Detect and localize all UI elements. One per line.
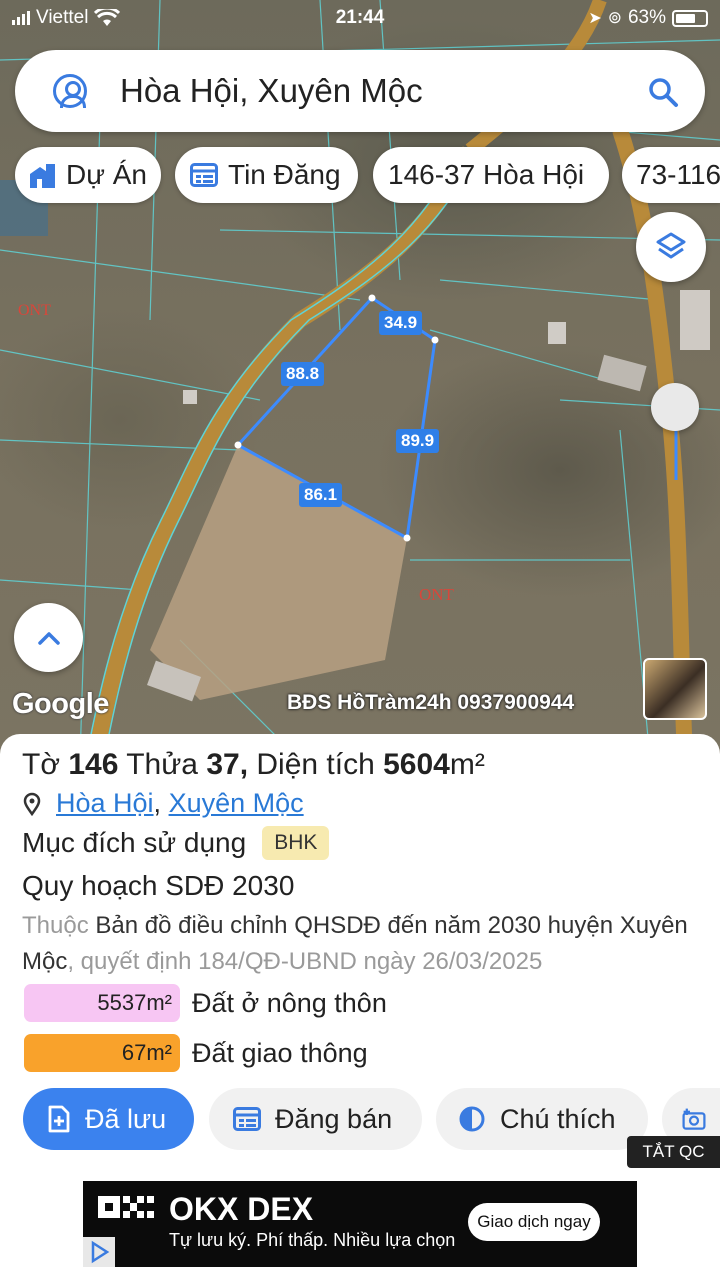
legend-button[interactable]: Chú thích bbox=[436, 1088, 648, 1150]
ad-brand: OKX DEX bbox=[169, 1191, 314, 1227]
listing-icon bbox=[190, 163, 218, 187]
land-use-name: Đất ở nông thôn bbox=[192, 987, 387, 1018]
expand-up-button[interactable] bbox=[14, 603, 83, 672]
land-use-row: 67m² Đất giao thông bbox=[24, 1034, 368, 1072]
building-icon bbox=[30, 164, 55, 188]
map-drag-handle[interactable] bbox=[651, 383, 699, 431]
location-pin-icon bbox=[23, 792, 41, 816]
chip-label: Dự Án bbox=[66, 159, 147, 190]
google-logo: Google bbox=[12, 688, 109, 720]
chip-label: Tin Đăng bbox=[228, 159, 341, 190]
parcel-location: Hòa Hội, Xuyên Mộc bbox=[22, 788, 304, 819]
hide-ads-button[interactable]: TẮT QC bbox=[627, 1136, 720, 1168]
chip-label: 73-116 bbox=[636, 159, 720, 190]
search-input[interactable]: Hòa Hội, Xuyên Mộc bbox=[120, 72, 423, 110]
post-sale-button[interactable]: Đăng bán bbox=[209, 1088, 422, 1150]
legend-label: Chú thích bbox=[500, 1103, 616, 1134]
zone-label: ONT bbox=[18, 302, 51, 319]
land-use-name: Đất giao thông bbox=[192, 1037, 368, 1068]
chevron-up-icon bbox=[37, 631, 60, 645]
district-link[interactable]: Xuyên Mộc bbox=[169, 788, 304, 819]
saved-label: Đã lưu bbox=[85, 1103, 167, 1134]
okx-logo-icon bbox=[98, 1196, 154, 1218]
ad-cta-button[interactable]: Giao dịch ngay bbox=[468, 1203, 600, 1241]
chip-parcel-2[interactable]: 73-116 bbox=[622, 147, 720, 203]
ad-choices-icon[interactable] bbox=[83, 1237, 115, 1267]
measurement-label: 89.9 bbox=[396, 429, 440, 453]
saved-button[interactable]: Đã lưu bbox=[23, 1088, 194, 1150]
parcel-title: Tờ 146 Thửa 37, Diện tích 5604m² bbox=[22, 748, 485, 781]
plan-description: Thuộc Bản đồ điều chỉnh QHSDĐ đến năm 20… bbox=[22, 912, 688, 975]
land-use-area: 67m² bbox=[24, 1034, 180, 1072]
ward-link[interactable]: Hòa Hội bbox=[56, 788, 154, 819]
orientation-lock-icon: ⊚ bbox=[607, 8, 622, 27]
measurement-label: 88.8 bbox=[281, 362, 325, 386]
measurement-label: 34.9 bbox=[379, 311, 423, 335]
land-use-row: 5537m² Đất ở nông thôn bbox=[24, 984, 387, 1022]
purpose-code-badge: BHK bbox=[262, 826, 330, 860]
account-icon[interactable] bbox=[53, 74, 87, 108]
add-file-icon bbox=[48, 1105, 70, 1133]
land-purpose: Mục đích sử dụng BHK bbox=[22, 826, 330, 860]
chip-tin-dang[interactable]: Tin Đăng bbox=[175, 147, 358, 203]
chip-label: 146-37 Hòa Hội bbox=[388, 159, 585, 190]
purpose-label: Mục đích sử dụng bbox=[22, 827, 247, 858]
zone-label: ONT bbox=[419, 585, 454, 604]
camera-add-icon bbox=[682, 1108, 706, 1130]
battery-percent: 63% bbox=[627, 7, 666, 28]
search-bar[interactable]: Hòa Hội, Xuyên Mộc bbox=[15, 50, 705, 132]
layers-button[interactable] bbox=[636, 212, 706, 282]
chip-parcel[interactable]: 146-37 Hòa Hội bbox=[373, 147, 609, 203]
battery-icon bbox=[672, 9, 708, 27]
chip-du-an[interactable]: Dự Án bbox=[15, 147, 161, 203]
plan-title: Quy hoạch SDĐ 2030 bbox=[22, 870, 295, 901]
land-use-area: 5537m² bbox=[24, 984, 180, 1022]
status-bar: Viettel 21:44 ➤ ⊚ 63% bbox=[0, 0, 720, 38]
location-arrow-icon: ➤ bbox=[588, 10, 602, 27]
ad-banner[interactable]: OKX DEX Tự lưu ký. Phí thấp. Nhiều lựa c… bbox=[83, 1181, 637, 1267]
listing-icon bbox=[233, 1107, 261, 1131]
post-sale-label: Đăng bán bbox=[275, 1103, 393, 1134]
contact-thumbnail[interactable] bbox=[643, 658, 707, 720]
ad-tagline: Tự lưu ký. Phí thấp. Nhiều lựa chọn bbox=[169, 1230, 456, 1250]
layers-icon bbox=[656, 232, 686, 259]
search-icon[interactable] bbox=[647, 76, 679, 108]
watermark-text: BĐS HồTràm24h 0937900944 bbox=[287, 691, 575, 714]
measurement-label: 86.1 bbox=[299, 483, 343, 507]
contrast-icon bbox=[459, 1106, 485, 1132]
